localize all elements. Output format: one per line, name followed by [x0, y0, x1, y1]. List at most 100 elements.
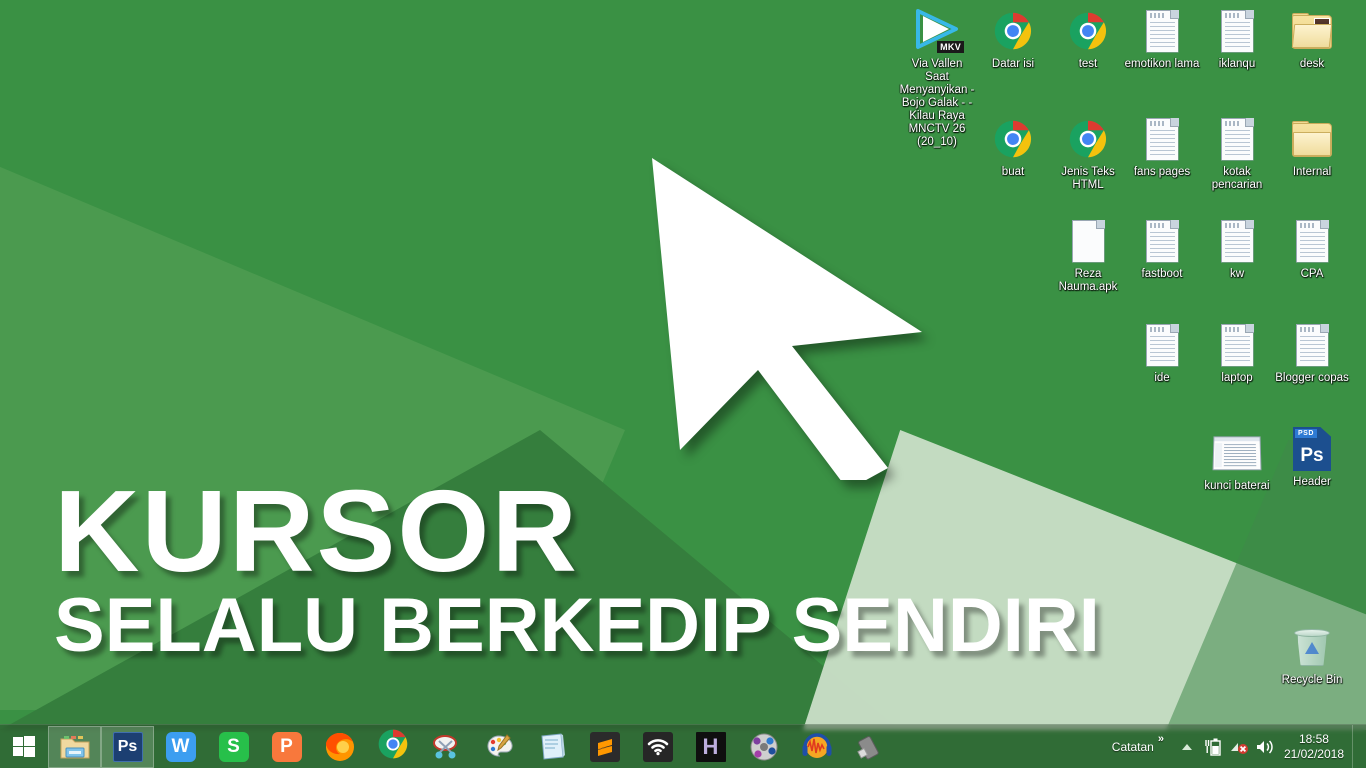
headline-line-1: KURSOR — [54, 466, 579, 596]
desktop-icon-label: Recycle Bin — [1281, 674, 1343, 686]
text-document-icon — [1124, 6, 1200, 56]
desktop-icon-label: kotak pencarian — [1211, 166, 1263, 191]
desktop-icon-header[interactable]: PSD Ps Header — [1274, 424, 1350, 489]
snipping-tool-icon — [430, 731, 462, 763]
taskbar-button-video-converter[interactable] — [737, 726, 790, 768]
desktop-icon-kotak-pencarian[interactable]: kotak pencarian — [1199, 114, 1275, 192]
taskbar-button-hitfilm[interactable]: H — [684, 726, 737, 768]
audacity-icon — [801, 731, 833, 763]
taskbar-button-google-chrome[interactable] — [366, 726, 419, 768]
desktop-icon-cpa[interactable]: CPA — [1274, 216, 1350, 281]
desktop-icon-kw[interactable]: kw — [1199, 216, 1275, 281]
taskbar-button-wifi-manager[interactable] — [631, 726, 684, 768]
folder-icon — [1274, 114, 1350, 164]
taskbar-app-list[interactable]: Ps W S P H — [48, 725, 896, 768]
desktop-icon-label: Jenis Teks HTML — [1061, 166, 1115, 191]
video-converter-icon — [748, 731, 780, 763]
sticky-notes-icon — [536, 731, 568, 763]
desktop-icon-fans-pages[interactable]: fans pages — [1124, 114, 1200, 179]
desktop-icon-label: Internal — [1292, 166, 1332, 178]
taskbar-button-usb-drive[interactable] — [843, 726, 896, 768]
text-document-icon — [1199, 114, 1275, 164]
start-button[interactable] — [0, 725, 48, 768]
desktop-icon-label: Via Vallen Saat Menyanyikan - Bojo Galak… — [899, 58, 975, 148]
desktop-icon-fastboot[interactable]: fastboot — [1124, 216, 1200, 281]
desktop-icon-iklanqu[interactable]: iklanqu — [1199, 6, 1275, 71]
desktop-icon-label: Header — [1293, 476, 1331, 488]
desktop-icon-emotikon-lama[interactable]: emotikon lama — [1124, 6, 1200, 71]
taskbar-button-wps-writer[interactable]: W — [154, 726, 207, 768]
desktop-icon-desk[interactable]: desk — [1274, 6, 1350, 71]
desktop-icon-datar-isi[interactable]: Datar isi — [975, 6, 1051, 71]
desktop-icon-label: test — [1078, 58, 1098, 70]
system-tray[interactable]: Catatan » 18:58 21/02/2018 — [1112, 724, 1366, 768]
taskbar-clock[interactable]: 18:58 21/02/2018 — [1278, 732, 1352, 762]
desktop-icon-label: ide — [1154, 372, 1170, 384]
desktop-icon-buat[interactable]: buat — [975, 114, 1051, 179]
desktop-icon-label: Reza Nauma.apk — [1058, 268, 1118, 293]
text-document-icon — [1274, 320, 1350, 370]
desktop-icon-jenis-teks-html[interactable]: Jenis Teks HTML — [1050, 114, 1126, 192]
text-document-icon — [1124, 114, 1200, 164]
battery-charging-icon[interactable] — [1200, 725, 1226, 768]
desktop-icon-kunci-baterai[interactable]: kunci baterai — [1199, 428, 1275, 493]
taskbar-button-paint[interactable] — [472, 726, 525, 768]
overlay-headline: KURSOR SELALU BERKEDIP SENDIRI — [54, 473, 1100, 668]
desktop-icon-recycle-bin[interactable]: Recycle Bin — [1274, 622, 1350, 687]
show-desktop-button[interactable] — [1352, 724, 1360, 768]
text-document-icon — [1274, 216, 1350, 266]
taskbar-button-file-explorer[interactable] — [48, 725, 101, 768]
desktop-icon-reza-nauma-apk[interactable]: Reza Nauma.apk — [1050, 216, 1126, 294]
tray-notification-label[interactable]: Catatan — [1112, 740, 1154, 754]
chrome-html-icon — [975, 114, 1051, 164]
desktop-icon-test[interactable]: test — [1050, 6, 1126, 71]
taskbar-button-wps-presentation[interactable]: P — [260, 726, 313, 768]
photoshop-icon: Ps — [112, 731, 143, 762]
taskbar-button-sublime-text[interactable] — [578, 726, 631, 768]
desktop-icon-internal[interactable]: Internal — [1274, 114, 1350, 179]
tray-overflow-icon[interactable]: » — [1158, 733, 1164, 745]
desktop-icon-label: fastboot — [1141, 268, 1183, 280]
wps-presentation-icon: P — [271, 731, 302, 762]
taskbar-button-firefox[interactable] — [313, 726, 366, 768]
clock-time: 18:58 — [1298, 731, 1329, 746]
taskbar-button-wps-spreadsheet[interactable]: S — [207, 726, 260, 768]
photoshop-psd-icon: PSD Ps — [1274, 424, 1350, 474]
screenshot-image-icon — [1199, 428, 1275, 478]
taskbar-button-snipping-tool[interactable] — [419, 726, 472, 768]
network-disconnected-icon[interactable] — [1226, 725, 1252, 768]
text-document-icon — [1124, 320, 1200, 370]
chrome-html-icon — [1050, 114, 1126, 164]
headline-line-2: SELALU BERKEDIP SENDIRI — [54, 582, 1100, 668]
chrome-html-icon — [975, 6, 1051, 56]
taskbar[interactable]: Ps W S P H Catatan » 18:58 21/02/2018 — [0, 724, 1366, 768]
desktop-icon-label: CPA — [1300, 268, 1324, 280]
desktop-icon-label: fans pages — [1133, 166, 1191, 178]
clock-date: 21/02/2018 — [1283, 746, 1344, 761]
show-hidden-icons-button[interactable] — [1174, 725, 1200, 768]
desktop[interactable]: KURSOR SELALU BERKEDIP SENDIRI MKV Via Va… — [0, 0, 1366, 768]
taskbar-button-audacity[interactable] — [790, 726, 843, 768]
firefox-icon — [324, 731, 356, 763]
hitfilm-icon: H — [695, 731, 726, 762]
desktop-icon-via-vallen-saat-menyanyikan-bojo-galak-k[interactable]: MKV Via Vallen Saat Menyanyikan - Bojo Ga… — [899, 6, 975, 149]
chrome-html-icon — [1050, 6, 1126, 56]
large-arrow-pointer-icon — [652, 158, 922, 480]
desktop-icon-blogger-copas[interactable]: Blogger copas — [1274, 320, 1350, 385]
desktop-icon-label: laptop — [1221, 372, 1253, 384]
desktop-icon-label: kw — [1229, 268, 1245, 280]
taskbar-button-sticky-notes[interactable] — [525, 726, 578, 768]
taskbar-button-photoshop[interactable]: Ps — [101, 725, 154, 768]
volume-icon[interactable] — [1252, 725, 1278, 768]
desktop-icon-laptop[interactable]: laptop — [1199, 320, 1275, 385]
blank-document-icon — [1050, 216, 1126, 266]
desktop-icon-label: desk — [1299, 58, 1325, 70]
usb-drive-icon — [854, 731, 886, 763]
sublime-text-icon — [589, 731, 620, 762]
text-document-icon — [1199, 6, 1275, 56]
folder-open-icon — [1274, 6, 1350, 56]
text-document-icon — [1199, 216, 1275, 266]
desktop-icon-label: emotikon lama — [1124, 58, 1200, 70]
desktop-icon-ide[interactable]: ide — [1124, 320, 1200, 385]
desktop-icon-label: Blogger copas — [1275, 372, 1349, 384]
